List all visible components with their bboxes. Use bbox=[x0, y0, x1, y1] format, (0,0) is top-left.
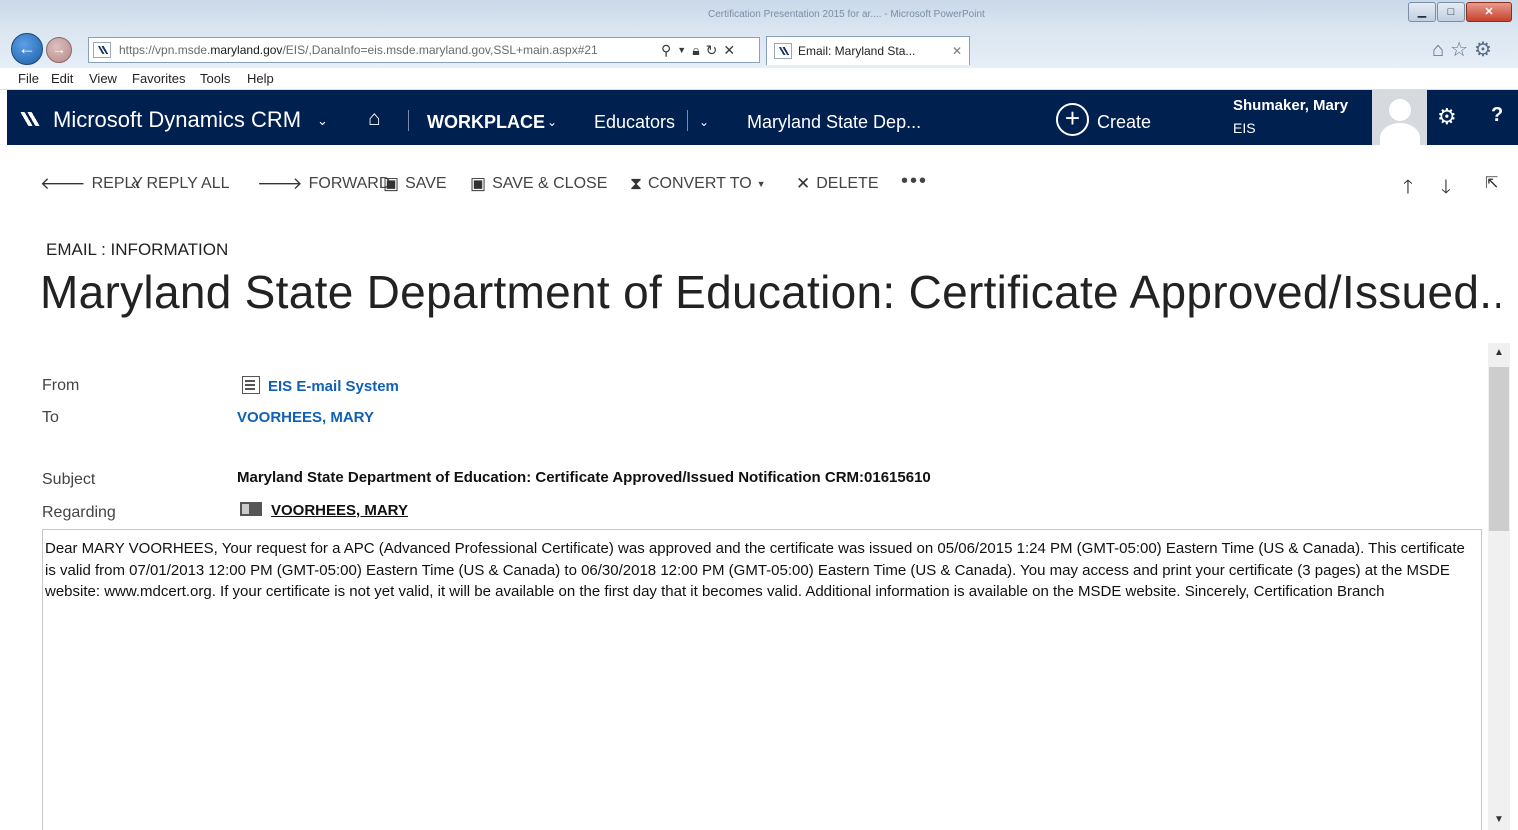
scrollbar[interactable]: ▲ ▼ bbox=[1488, 343, 1510, 830]
subject-field[interactable]: Maryland State Department of Education: … bbox=[237, 469, 931, 486]
email-body-editor[interactable]: Dear MARY VOORHEES, Your request for a A… bbox=[42, 529, 1482, 830]
entity-type-label: EMAIL : INFORMATION bbox=[46, 240, 229, 259]
url-text[interactable]: https://vpn.msde.maryland.gov/EIS/,DanaI… bbox=[119, 43, 655, 57]
convert-to-button[interactable]: ⧗ CONVERT TO ▼ bbox=[630, 174, 766, 194]
save-button[interactable]: ▣ SAVE bbox=[383, 174, 447, 194]
pop-out-icon[interactable]: ⇱ bbox=[1485, 173, 1498, 193]
menu-file[interactable]: File bbox=[18, 71, 39, 86]
contact-card-icon bbox=[240, 502, 262, 516]
home-icon[interactable]: ⌂ bbox=[368, 107, 381, 131]
subject-label: Subject bbox=[42, 471, 96, 488]
nav-divider bbox=[687, 110, 688, 131]
browser-toolbar-icons: ⌂☆⚙ bbox=[1432, 37, 1498, 62]
stop-icon[interactable]: ✕ bbox=[723, 42, 735, 59]
save-close-icon: ▣ bbox=[470, 174, 487, 193]
tab-favicon-icon bbox=[774, 43, 792, 59]
menu-view[interactable]: View bbox=[89, 71, 117, 86]
forward-arrow-icon: 🡒 bbox=[257, 174, 303, 193]
app-title[interactable]: Microsoft Dynamics CRM bbox=[53, 107, 301, 133]
close-tab-icon[interactable]: ✕ bbox=[952, 44, 962, 58]
user-organization: EIS bbox=[1233, 120, 1256, 136]
user-name[interactable]: Shumaker, Mary bbox=[1233, 97, 1348, 114]
forward-button[interactable]: 🡒 FORWARD bbox=[257, 174, 390, 194]
maximize-button[interactable]: □ bbox=[1437, 2, 1465, 22]
chevron-down-icon[interactable]: ⌄ bbox=[547, 115, 557, 129]
more-commands-button[interactable]: ••• bbox=[901, 170, 928, 193]
ellipsis-icon: ••• bbox=[901, 170, 929, 192]
regarding-link[interactable]: VOORHEES, MARY bbox=[271, 502, 408, 519]
forward-button[interactable]: → bbox=[46, 37, 72, 63]
menu-tools[interactable]: Tools bbox=[200, 71, 230, 86]
regarding-label: Regarding bbox=[42, 504, 116, 521]
avatar[interactable] bbox=[1372, 90, 1427, 145]
queue-icon bbox=[242, 376, 260, 394]
chevron-down-icon[interactable]: ⌄ bbox=[317, 113, 328, 129]
address-bar[interactable]: https://vpn.msde.maryland.gov/EIS/,DanaI… bbox=[88, 37, 760, 63]
dropdown-caret-icon: ▼ bbox=[756, 179, 766, 189]
reply-all-button[interactable]: «REPLY ALL bbox=[131, 174, 230, 194]
window-title: Certification Presentation 2015 for ar..… bbox=[708, 9, 985, 20]
help-icon[interactable]: ? bbox=[1491, 104, 1503, 127]
scroll-down-icon[interactable]: ▼ bbox=[1488, 810, 1510, 830]
browser-tab[interactable]: Email: Maryland Sta... ✕ bbox=[766, 36, 970, 65]
scroll-up-icon[interactable]: ▲ bbox=[1488, 343, 1510, 363]
lock-icon[interactable]: 🔒︎ bbox=[692, 42, 699, 59]
favorites-star-icon[interactable]: ☆ bbox=[1450, 39, 1474, 61]
page-title: Maryland State Department of Education: … bbox=[40, 266, 1500, 318]
create-button[interactable]: Create bbox=[1097, 112, 1151, 133]
settings-gear-icon[interactable]: ⚙ bbox=[1437, 104, 1457, 130]
from-link[interactable]: EIS E-mail System bbox=[268, 378, 399, 395]
browser-menu-bar: File Edit View Favorites Tools Help bbox=[0, 68, 1518, 90]
close-window-button[interactable]: ✕ bbox=[1466, 2, 1512, 22]
create-plus-icon[interactable]: + bbox=[1056, 103, 1089, 136]
previous-record-icon[interactable]: 🡑 bbox=[1403, 173, 1413, 205]
regarding-field[interactable]: VOORHEES, MARY bbox=[240, 502, 408, 519]
nav-divider bbox=[408, 110, 409, 131]
home-page-icon[interactable]: ⌂ bbox=[1432, 39, 1450, 61]
to-label: To bbox=[42, 409, 59, 426]
menu-edit[interactable]: Edit bbox=[51, 71, 73, 86]
browser-chrome: Certification Presentation 2015 for ar..… bbox=[0, 0, 1518, 68]
next-record-icon[interactable]: 🡓 bbox=[1441, 173, 1451, 205]
tab-label: Email: Maryland Sta... bbox=[798, 44, 916, 58]
record-breadcrumb[interactable]: Maryland State Dep... bbox=[747, 112, 921, 133]
search-icon[interactable]: ⚲ bbox=[661, 42, 671, 59]
delete-x-icon: ✕ bbox=[796, 174, 811, 193]
reply-button[interactable]: 🡐 REPLY bbox=[40, 174, 143, 194]
from-label: From bbox=[42, 377, 80, 394]
email-body-text: Dear MARY VOORHEES, Your request for a A… bbox=[45, 540, 1465, 600]
tools-gear-icon[interactable]: ⚙ bbox=[1474, 39, 1498, 61]
menu-help[interactable]: Help bbox=[247, 71, 274, 86]
workplace-menu[interactable]: WORKPLACE bbox=[427, 112, 545, 133]
to-link[interactable]: VOORHEES, MARY bbox=[237, 409, 374, 426]
minimize-button[interactable]: ▁ bbox=[1408, 2, 1436, 22]
from-field[interactable]: EIS E-mail System bbox=[242, 376, 399, 395]
command-bar: 🡐 REPLY «REPLY ALL 🡒 FORWARD ▣ SAVE ▣ SAVE &… bbox=[0, 165, 1518, 205]
dropdown-icon[interactable]: ▼ bbox=[677, 45, 686, 55]
chevron-down-icon[interactable]: ⌄ bbox=[699, 115, 709, 129]
site-favicon-icon bbox=[93, 42, 111, 58]
menu-favorites[interactable]: Favorites bbox=[132, 71, 185, 86]
save-disk-icon: ▣ bbox=[383, 174, 400, 193]
reply-arrow-icon: 🡐 bbox=[40, 174, 86, 193]
back-arrow-icon: ← bbox=[18, 38, 36, 58]
educators-link[interactable]: Educators bbox=[594, 112, 675, 133]
crm-logo-icon bbox=[20, 112, 40, 126]
back-button[interactable]: ← bbox=[11, 33, 43, 65]
forward-arrow-icon: → bbox=[52, 41, 66, 57]
reply-all-icon: « bbox=[131, 174, 141, 193]
delete-button[interactable]: ✕ DELETE bbox=[796, 174, 879, 194]
refresh-icon[interactable]: ↻ bbox=[706, 42, 718, 59]
save-close-button[interactable]: ▣ SAVE & CLOSE bbox=[470, 174, 607, 194]
crm-nav-bar: Microsoft Dynamics CRM ⌄ ⌂ WORKPLACE ⌄ E… bbox=[7, 90, 1518, 145]
convert-icon: ⧗ bbox=[630, 174, 642, 193]
scroll-thumb[interactable] bbox=[1489, 367, 1509, 531]
